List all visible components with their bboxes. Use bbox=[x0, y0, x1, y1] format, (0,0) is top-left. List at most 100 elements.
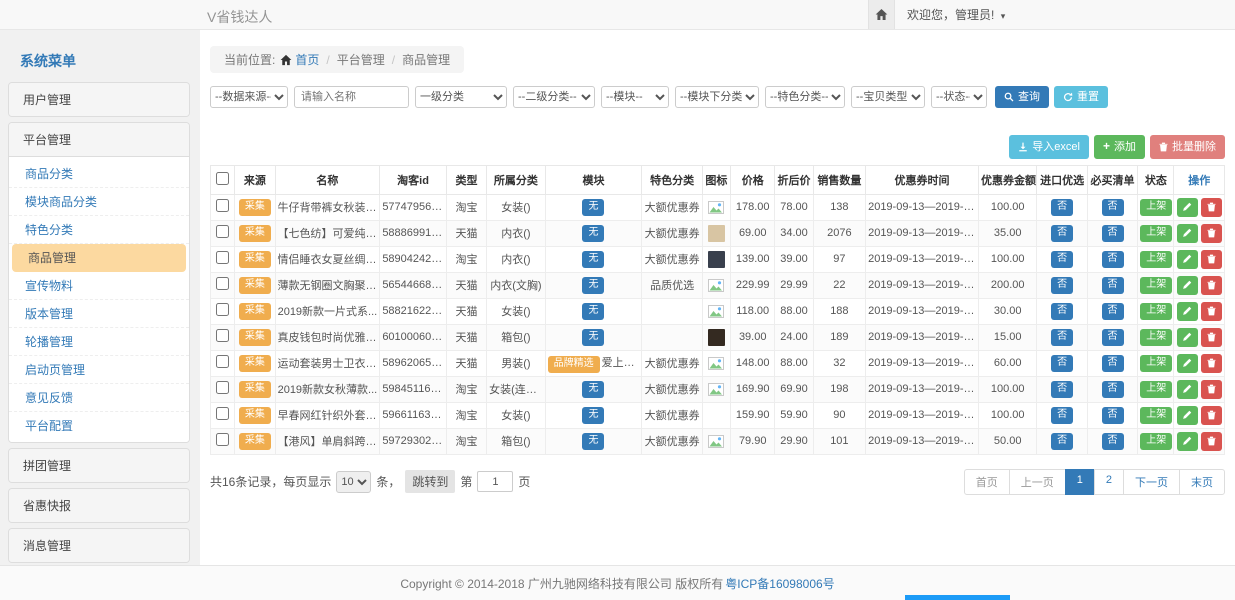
sidebar-item[interactable]: 特色分类 bbox=[9, 216, 189, 244]
page-button[interactable]: 首页 bbox=[964, 469, 1010, 495]
status-badge[interactable]: 上架 bbox=[1140, 199, 1172, 216]
module-badge[interactable]: 无 bbox=[582, 251, 604, 268]
import-select-toggle[interactable]: 否 bbox=[1051, 433, 1073, 450]
delete-button[interactable] bbox=[1201, 198, 1222, 217]
edit-button[interactable] bbox=[1177, 224, 1198, 243]
status-badge[interactable]: 上架 bbox=[1140, 329, 1172, 346]
sidebar-item[interactable]: 版本管理 bbox=[9, 300, 189, 328]
home-button[interactable] bbox=[868, 0, 895, 29]
edit-button[interactable] bbox=[1177, 354, 1198, 373]
sidebar-group[interactable]: 用户管理 bbox=[9, 83, 189, 116]
sidebar-item[interactable]: 宣传物料 bbox=[9, 272, 189, 300]
delete-button[interactable] bbox=[1201, 380, 1222, 399]
row-checkbox[interactable] bbox=[216, 277, 229, 290]
status-badge[interactable]: 上架 bbox=[1140, 407, 1172, 424]
module-badge[interactable]: 无 bbox=[582, 303, 604, 320]
must-buy-toggle[interactable]: 否 bbox=[1102, 407, 1124, 424]
filter-select[interactable]: --模块下分类-- bbox=[675, 86, 759, 108]
must-buy-toggle[interactable]: 否 bbox=[1102, 277, 1124, 294]
edit-button[interactable] bbox=[1177, 328, 1198, 347]
edit-button[interactable] bbox=[1177, 432, 1198, 451]
status-badge[interactable]: 上架 bbox=[1140, 433, 1172, 450]
filter-select[interactable]: 一级分类 bbox=[415, 86, 507, 108]
sidebar-item[interactable]: 模块商品分类 bbox=[9, 188, 189, 216]
sidebar-item[interactable]: 启动页管理 bbox=[9, 356, 189, 384]
import-select-toggle[interactable]: 否 bbox=[1051, 277, 1073, 294]
status-badge[interactable]: 上架 bbox=[1140, 277, 1172, 294]
filter-select[interactable]: --状态-- bbox=[931, 86, 987, 108]
delete-button[interactable] bbox=[1201, 406, 1222, 425]
import-select-toggle[interactable]: 否 bbox=[1051, 251, 1073, 268]
sidebar-group[interactable]: 消息管理 bbox=[9, 529, 189, 562]
page-button[interactable]: 上一页 bbox=[1009, 469, 1066, 495]
icp-link[interactable]: 粤ICP备16098006号 bbox=[725, 575, 834, 592]
delete-button[interactable] bbox=[1201, 276, 1222, 295]
row-checkbox[interactable] bbox=[216, 407, 229, 420]
per-page-select[interactable]: 10 bbox=[336, 471, 371, 493]
sidebar-item[interactable]: 平台配置 bbox=[9, 412, 189, 439]
reset-button[interactable]: 重置 bbox=[1054, 86, 1108, 108]
filter-select[interactable]: --数据来源-- bbox=[210, 86, 288, 108]
filter-select[interactable]: --特色分类-- bbox=[765, 86, 845, 108]
page-button[interactable]: 下一页 bbox=[1123, 469, 1180, 495]
edit-button[interactable] bbox=[1177, 250, 1198, 269]
status-badge[interactable]: 上架 bbox=[1140, 225, 1172, 242]
name-search-input[interactable] bbox=[294, 86, 409, 108]
sidebar-item[interactable]: 商品分类 bbox=[9, 160, 189, 188]
add-button[interactable]: + 添加 bbox=[1094, 135, 1145, 159]
sidebar-group[interactable]: 平台管理 bbox=[9, 123, 189, 156]
filter-select[interactable]: --二级分类-- bbox=[513, 86, 595, 108]
status-badge[interactable]: 上架 bbox=[1140, 381, 1172, 398]
page-button[interactable]: 2 bbox=[1094, 469, 1124, 495]
search-button[interactable]: 查询 bbox=[995, 86, 1049, 108]
import-select-toggle[interactable]: 否 bbox=[1051, 199, 1073, 216]
page-button[interactable]: 1 bbox=[1065, 469, 1095, 495]
page-jump-input[interactable] bbox=[477, 471, 513, 492]
select-all-checkbox[interactable] bbox=[216, 172, 229, 185]
import-select-toggle[interactable]: 否 bbox=[1051, 381, 1073, 398]
row-checkbox[interactable] bbox=[216, 329, 229, 342]
must-buy-toggle[interactable]: 否 bbox=[1102, 225, 1124, 242]
filter-select[interactable]: --宝贝类型-- bbox=[851, 86, 925, 108]
module-badge[interactable]: 无 bbox=[582, 329, 604, 346]
row-checkbox[interactable] bbox=[216, 433, 229, 446]
module-badge[interactable]: 品牌精选 bbox=[548, 356, 600, 373]
must-buy-toggle[interactable]: 否 bbox=[1102, 329, 1124, 346]
row-checkbox[interactable] bbox=[216, 381, 229, 394]
jump-button[interactable]: 跳转到 bbox=[405, 470, 455, 493]
import-select-toggle[interactable]: 否 bbox=[1051, 329, 1073, 346]
row-checkbox[interactable] bbox=[216, 199, 229, 212]
import-select-toggle[interactable]: 否 bbox=[1051, 407, 1073, 424]
row-checkbox[interactable] bbox=[216, 225, 229, 238]
module-badge[interactable]: 无 bbox=[582, 225, 604, 242]
module-badge[interactable]: 无 bbox=[582, 277, 604, 294]
must-buy-toggle[interactable]: 否 bbox=[1102, 381, 1124, 398]
delete-button[interactable] bbox=[1201, 302, 1222, 321]
import-select-toggle[interactable]: 否 bbox=[1051, 303, 1073, 320]
row-checkbox[interactable] bbox=[216, 355, 229, 368]
module-badge[interactable]: 无 bbox=[582, 381, 604, 398]
row-checkbox[interactable] bbox=[216, 251, 229, 264]
import-select-toggle[interactable]: 否 bbox=[1051, 355, 1073, 372]
sidebar-group[interactable]: 拼团管理 bbox=[9, 449, 189, 482]
edit-button[interactable] bbox=[1177, 198, 1198, 217]
status-badge[interactable]: 上架 bbox=[1140, 355, 1172, 372]
edit-button[interactable] bbox=[1177, 302, 1198, 321]
status-badge[interactable]: 上架 bbox=[1140, 251, 1172, 268]
module-badge[interactable]: 无 bbox=[582, 433, 604, 450]
sidebar-item[interactable]: 商品管理 bbox=[12, 244, 186, 272]
must-buy-toggle[interactable]: 否 bbox=[1102, 303, 1124, 320]
module-badge[interactable]: 无 bbox=[582, 407, 604, 424]
edit-button[interactable] bbox=[1177, 276, 1198, 295]
must-buy-toggle[interactable]: 否 bbox=[1102, 433, 1124, 450]
import-excel-button[interactable]: 导入excel bbox=[1009, 135, 1089, 159]
delete-button[interactable] bbox=[1201, 354, 1222, 373]
row-checkbox[interactable] bbox=[216, 303, 229, 316]
page-button[interactable]: 末页 bbox=[1179, 469, 1225, 495]
must-buy-toggle[interactable]: 否 bbox=[1102, 199, 1124, 216]
module-badge[interactable]: 无 bbox=[582, 199, 604, 216]
import-select-toggle[interactable]: 否 bbox=[1051, 225, 1073, 242]
filter-select[interactable]: --模块-- bbox=[601, 86, 669, 108]
sidebar-group[interactable]: 省惠快报 bbox=[9, 489, 189, 522]
status-badge[interactable]: 上架 bbox=[1140, 303, 1172, 320]
